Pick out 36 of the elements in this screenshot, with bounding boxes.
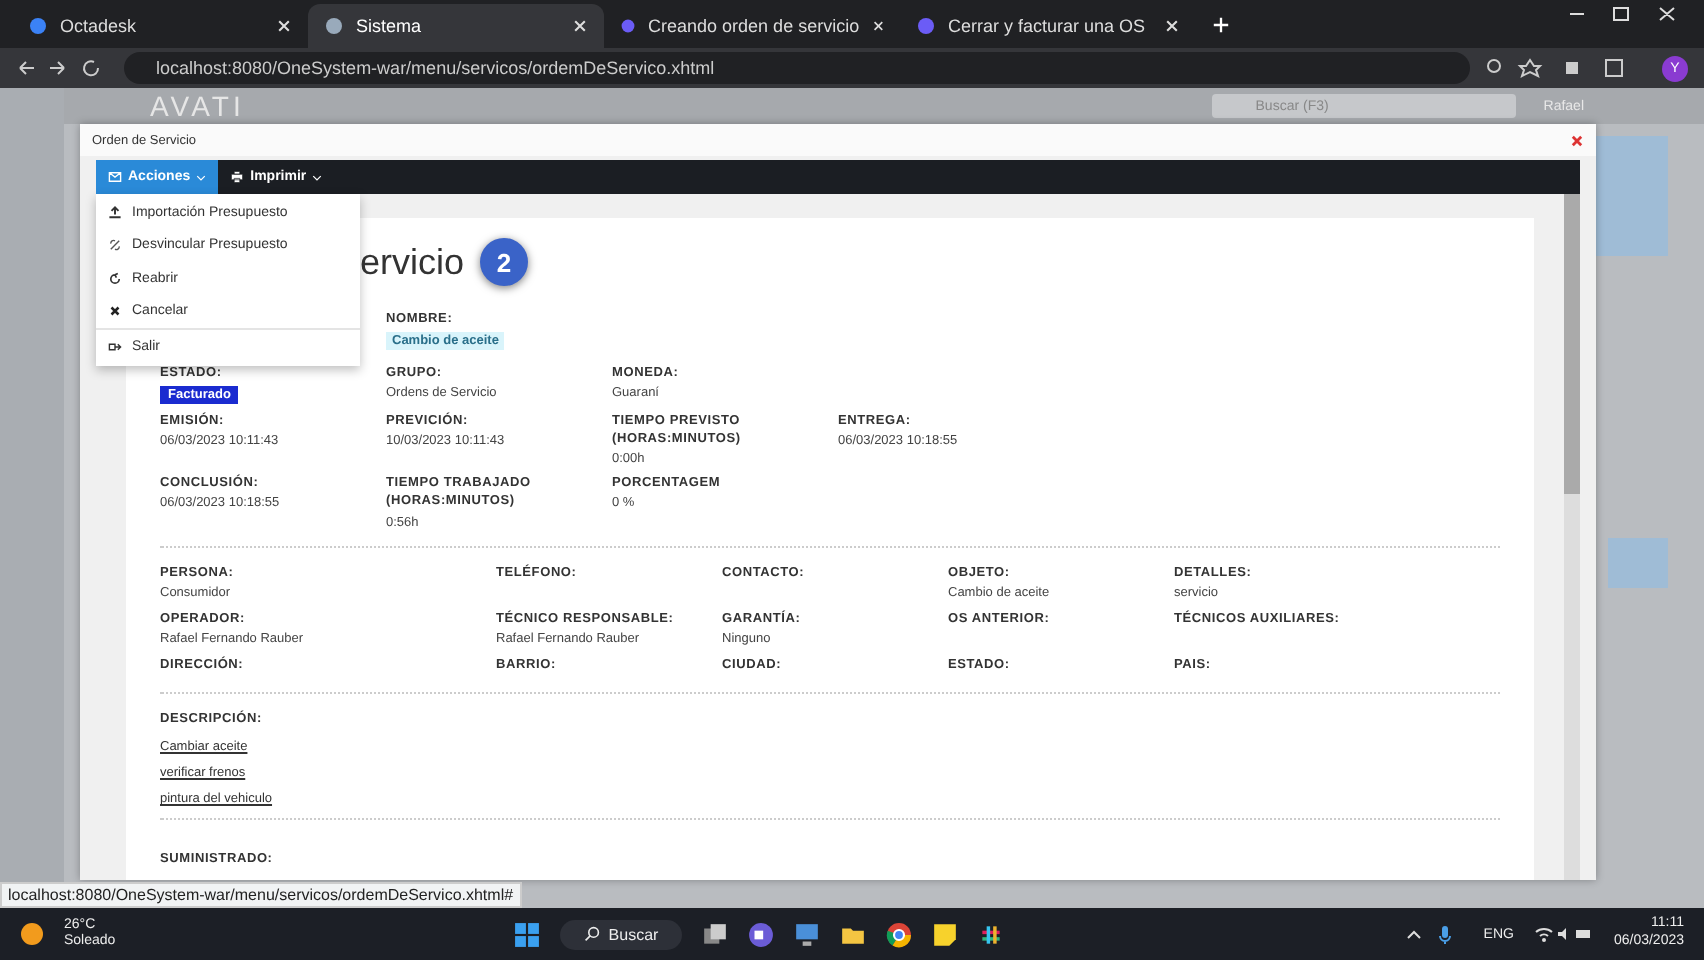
- browser-tab[interactable]: Creando orden de servicio: [604, 4, 900, 48]
- app-logo: AVATI: [150, 90, 245, 122]
- background-panel: [1608, 538, 1668, 588]
- scrollbar[interactable]: [1564, 194, 1580, 880]
- envelope-icon: [108, 170, 122, 184]
- search-icon: [584, 926, 601, 942]
- site-icon: [28, 16, 48, 36]
- browser-tab[interactable]: Octadesk: [12, 4, 308, 48]
- hash-logo-icon[interactable]: [978, 921, 1005, 947]
- system-tray-icon[interactable]: [1533, 924, 1594, 944]
- browser-tab[interactable]: Cerrar y facturar una OS: [900, 4, 1196, 48]
- printer-icon: [230, 170, 245, 184]
- menu-item-icon: [108, 271, 122, 286]
- menu-item-icon: [108, 304, 122, 319]
- new-tab-icon[interactable]: [1212, 16, 1230, 34]
- windows-start-icon[interactable]: [514, 921, 541, 947]
- menu-item-icon: [108, 238, 122, 253]
- sticky-note-icon[interactable]: [932, 921, 959, 947]
- caret-icon: [196, 173, 207, 181]
- page-heading: ervicio: [360, 241, 465, 283]
- video-chat-icon[interactable]: [748, 921, 775, 947]
- site-icon: [324, 16, 344, 36]
- taskbar-search[interactable]: Buscar: [560, 919, 683, 949]
- site-icon: [916, 16, 936, 36]
- browser-tab[interactable]: Sistema: [308, 4, 604, 48]
- caret-icon: [312, 173, 323, 181]
- task-view-icon[interactable]: [702, 921, 729, 947]
- step-badge: 2: [480, 238, 529, 286]
- sun-icon[interactable]: [20, 922, 44, 946]
- menu-item-icon: [108, 339, 122, 354]
- computer-icon[interactable]: [794, 921, 821, 947]
- site-icon: [620, 16, 637, 36]
- browser-icon[interactable]: [886, 921, 913, 947]
- menu-item-icon: [108, 205, 122, 220]
- link-preview: localhost:8080/OneSystem-war/menu/servicos/ordemDeServico.xhtml#: [0, 882, 522, 908]
- address-field[interactable]: localhost:8080/OneSystem-war/menu/servicos/ordemDeServico.xhtml: [124, 52, 1470, 84]
